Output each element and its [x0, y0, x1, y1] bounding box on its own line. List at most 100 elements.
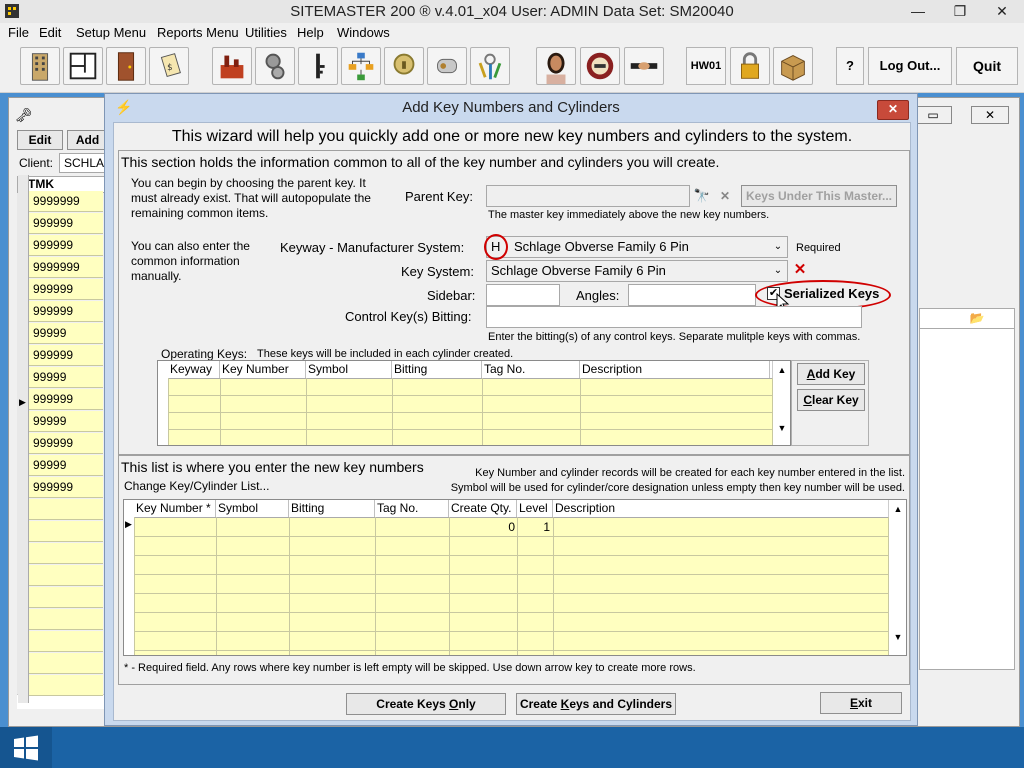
- control-bitting-field[interactable]: [486, 306, 862, 328]
- tmk-empty-row[interactable]: [27, 609, 103, 630]
- keyway-chevron-down-icon[interactable]: ⌄: [771, 238, 785, 256]
- op-vertical-scrollbar[interactable]: ▲ ▼: [772, 361, 790, 445]
- bg-close-button[interactable]: ✕: [971, 106, 1009, 124]
- dialog-close-button[interactable]: ✕: [877, 100, 909, 120]
- tmk-empty-row[interactable]: [27, 587, 103, 608]
- tmk-empty-row[interactable]: [27, 521, 103, 542]
- menu-utilities[interactable]: Utilities: [245, 25, 287, 40]
- create-keys-only-button[interactable]: Create Keys Only: [346, 693, 506, 715]
- key-system-dropdown[interactable]: Schlage Obverse Family 6 Pin: [486, 260, 788, 282]
- hierarchy-icon[interactable]: [341, 47, 381, 85]
- tmk-empty-row[interactable]: [27, 653, 103, 674]
- tmk-row[interactable]: 999999: [27, 301, 103, 322]
- op-col-bitting[interactable]: Bitting: [392, 361, 482, 378]
- floorplan-icon[interactable]: [63, 47, 103, 85]
- tmk-empty-row[interactable]: [27, 543, 103, 564]
- client-field[interactable]: SCHLA: [59, 153, 105, 173]
- op-col-description[interactable]: Description: [580, 361, 770, 378]
- key-system-chevron-down-icon[interactable]: ⌄: [771, 262, 785, 280]
- gears-icon[interactable]: [255, 47, 295, 85]
- op-col-keyway[interactable]: Keyway: [168, 361, 220, 378]
- tmk-empty-row[interactable]: [27, 499, 103, 520]
- operating-keys-grid[interactable]: Keyway Key Number Symbol Bitting Tag No.…: [157, 360, 791, 446]
- tmk-row[interactable]: 99999: [27, 455, 103, 476]
- door-icon[interactable]: [106, 47, 146, 85]
- angles-field[interactable]: [628, 284, 756, 306]
- first-row-qty[interactable]: 0: [449, 518, 515, 536]
- minimize-button[interactable]: —: [898, 0, 938, 23]
- first-row-level[interactable]: 1: [517, 518, 550, 536]
- create-keys-cylinders-button[interactable]: Create Keys and Cylinders: [516, 693, 676, 715]
- keys-under-master-button[interactable]: Keys Under This Master...: [741, 185, 897, 207]
- handshake-icon[interactable]: [624, 47, 664, 85]
- new-keys-vertical-scrollbar[interactable]: ▲ ▼: [888, 500, 906, 655]
- box-icon[interactable]: [773, 47, 813, 85]
- padlock-icon[interactable]: [730, 47, 770, 85]
- tmk-row[interactable]: 999999: [27, 345, 103, 366]
- exit-button[interactable]: Exit: [820, 692, 902, 714]
- tmk-row[interactable]: 999999: [27, 235, 103, 256]
- col-create-qty[interactable]: Create Qty.: [449, 500, 517, 517]
- quit-button[interactable]: Quit: [956, 47, 1018, 85]
- parent-key-field[interactable]: [486, 185, 690, 207]
- new-keys-grid[interactable]: Key Number * Symbol Bitting Tag No. Crea…: [123, 499, 907, 656]
- price-tag-icon[interactable]: $: [149, 47, 189, 85]
- tmk-row[interactable]: 99999: [27, 367, 103, 388]
- serialized-keys-label[interactable]: Serialized Keys: [784, 286, 879, 301]
- add-key-button[interactable]: Add Key: [797, 363, 865, 385]
- menu-windows[interactable]: Windows: [337, 25, 390, 40]
- change-list-link[interactable]: Change Key/Cylinder List...: [124, 479, 269, 493]
- op-col-symbol[interactable]: Symbol: [306, 361, 392, 378]
- user-photo-icon[interactable]: [536, 47, 576, 85]
- bg-maximize-button[interactable]: ▭: [914, 106, 952, 124]
- op-col-tag-no[interactable]: Tag No.: [482, 361, 580, 378]
- hw01-button[interactable]: HW01: [686, 47, 726, 85]
- maximize-button[interactable]: ❐: [940, 0, 980, 23]
- col-symbol[interactable]: Symbol: [216, 500, 289, 517]
- clear-key-system-icon[interactable]: ✕: [792, 261, 808, 279]
- menu-setup[interactable]: Setup Menu: [76, 25, 146, 40]
- col-description[interactable]: Description: [553, 500, 887, 517]
- tmk-row[interactable]: 9999999: [27, 191, 103, 212]
- core-icon[interactable]: [427, 47, 467, 85]
- tmk-row[interactable]: 9999999: [27, 257, 103, 278]
- menu-file[interactable]: File: [8, 25, 29, 40]
- tmk-empty-row[interactable]: [27, 675, 103, 696]
- key-icon[interactable]: [298, 47, 338, 85]
- folder-icon[interactable]: 📂: [967, 309, 987, 327]
- col-tag-no[interactable]: Tag No.: [375, 500, 449, 517]
- col-bitting[interactable]: Bitting: [289, 500, 375, 517]
- bg-edit-button[interactable]: Edit: [17, 130, 63, 150]
- safety-seal-icon[interactable]: [580, 47, 620, 85]
- close-button[interactable]: ✕: [982, 0, 1022, 23]
- clear-key-button[interactable]: Clear Key: [797, 389, 865, 411]
- keyway-dropdown[interactable]: H Schlage Obverse Family 6 Pin: [486, 236, 788, 258]
- menu-reports[interactable]: Reports Menu: [157, 25, 239, 40]
- tmk-row[interactable]: 999999: [27, 433, 103, 454]
- lock-cylinder-icon[interactable]: [384, 47, 424, 85]
- binoculars-icon[interactable]: 🔭: [692, 185, 712, 207]
- tmk-row[interactable]: 99999: [27, 323, 103, 344]
- keys-bundle-icon[interactable]: [470, 47, 510, 85]
- tmk-row[interactable]: 999999: [27, 279, 103, 300]
- help-icon[interactable]: ?: [836, 47, 864, 85]
- col-key-number[interactable]: Key Number *: [134, 500, 216, 517]
- logout-button[interactable]: Log Out...: [868, 47, 952, 85]
- bg-horizontal-scrollbar[interactable]: [17, 694, 105, 709]
- tmk-row[interactable]: 999999: [27, 213, 103, 234]
- col-level[interactable]: Level: [517, 500, 553, 517]
- tmk-row[interactable]: 999999: [27, 477, 103, 498]
- tmk-row[interactable]: 999999: [27, 389, 103, 410]
- tmk-row[interactable]: 99999: [27, 411, 103, 432]
- sidebar-field[interactable]: [486, 284, 560, 306]
- windows-start-icon[interactable]: [0, 727, 52, 768]
- building-icon[interactable]: [20, 47, 60, 85]
- tmk-empty-row[interactable]: [27, 565, 103, 586]
- menu-edit[interactable]: Edit: [39, 25, 61, 40]
- bg-add-button[interactable]: Add: [67, 130, 107, 150]
- clear-parent-icon[interactable]: ✕: [715, 185, 735, 207]
- tmk-empty-row[interactable]: [27, 631, 103, 652]
- factory-icon[interactable]: [212, 47, 252, 85]
- op-col-key-number[interactable]: Key Number: [220, 361, 306, 378]
- menu-help[interactable]: Help: [297, 25, 324, 40]
